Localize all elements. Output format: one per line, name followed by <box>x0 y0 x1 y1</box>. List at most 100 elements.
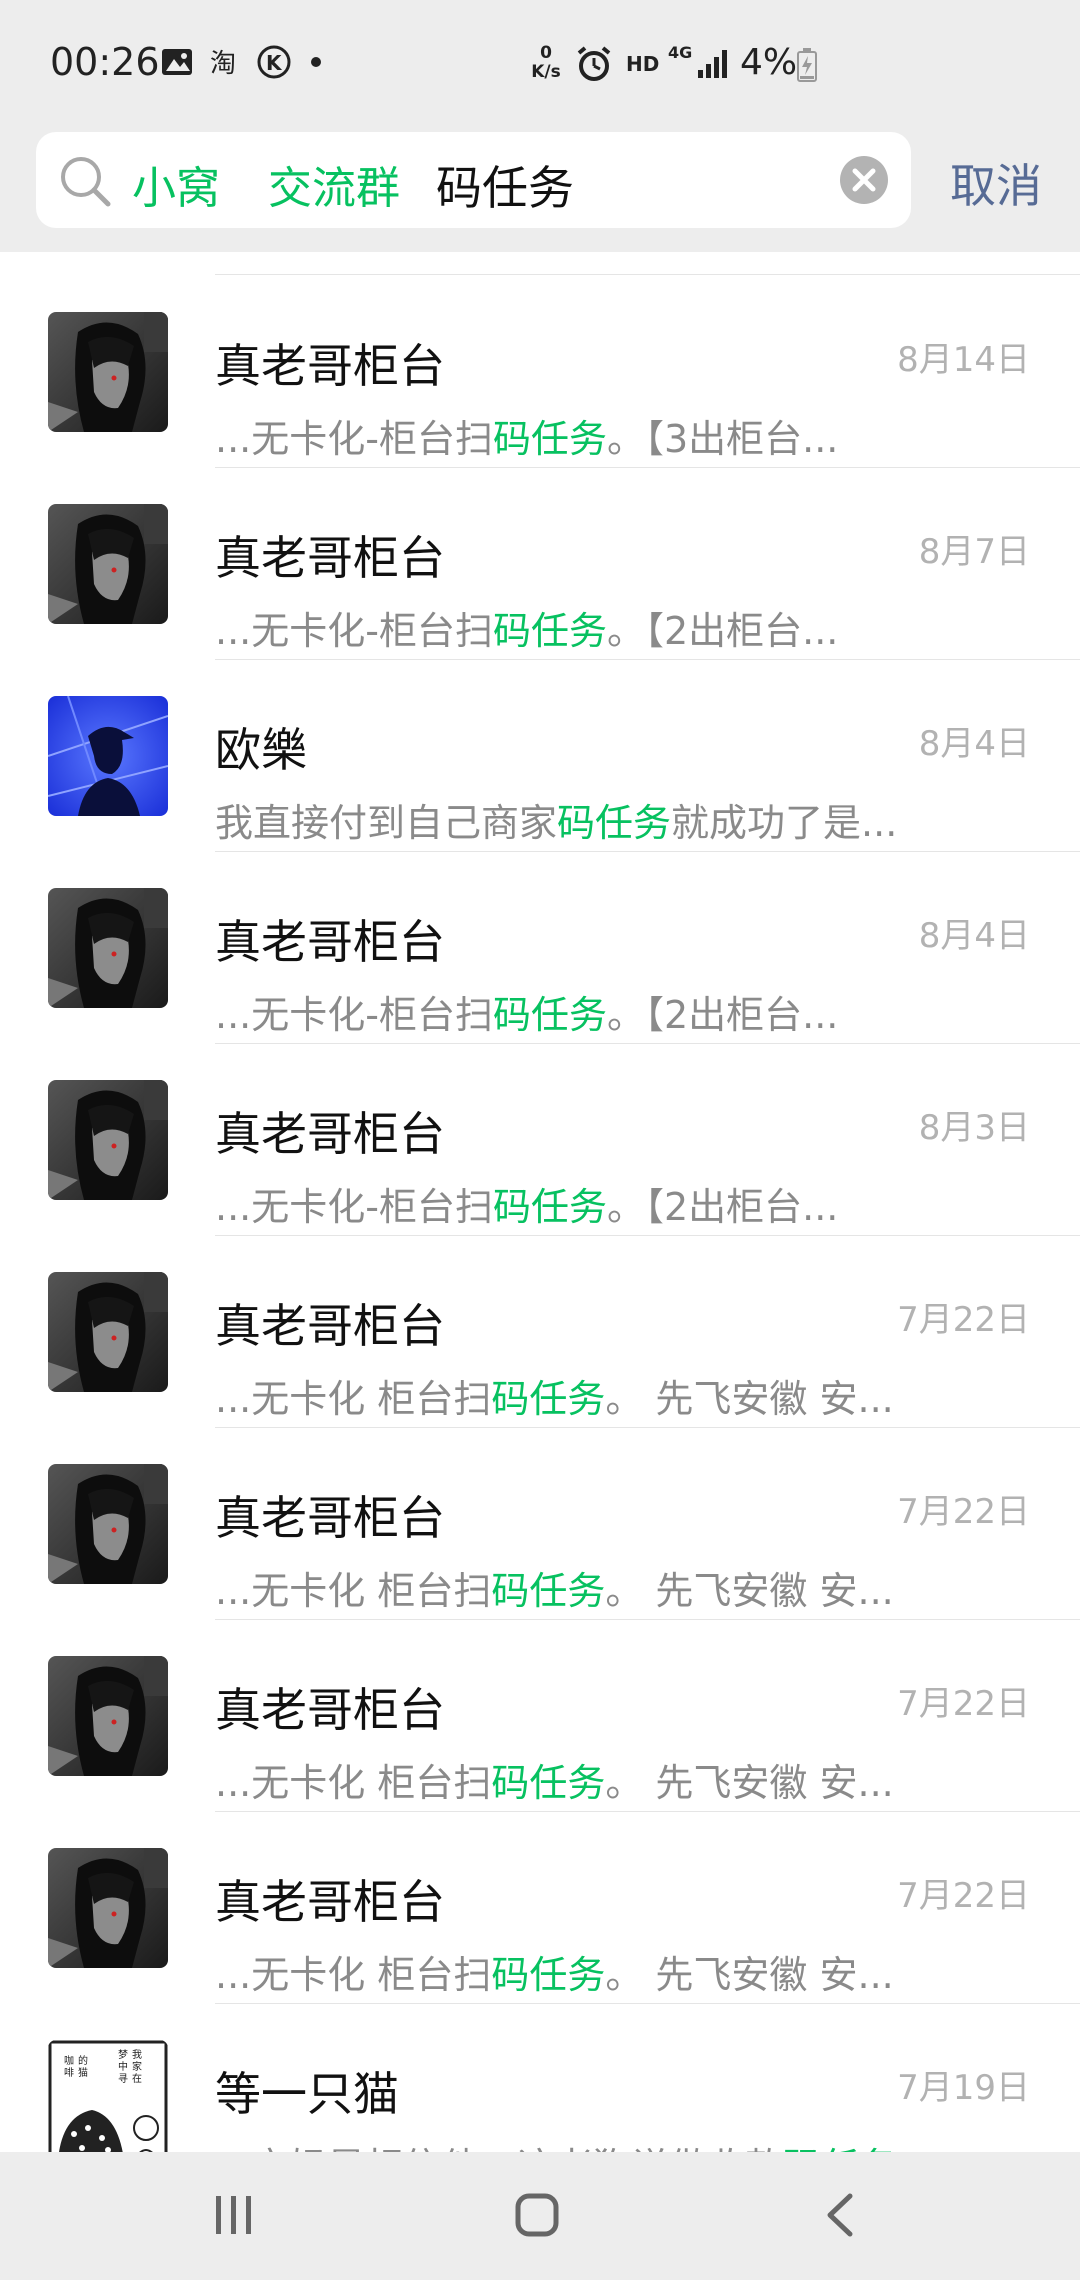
battery-percent: 4% <box>740 42 798 83</box>
svg-text:家: 家 <box>132 2060 142 2073</box>
status-time: 00:26 <box>50 40 160 84</box>
close-icon <box>852 168 876 192</box>
search-result-row[interactable]: 真老哥柜台 7月22日 ...无卡化 柜台扫码任务。 先飞安徽 安... <box>0 1428 1080 1620</box>
battery-charging-icon <box>797 48 817 82</box>
search-result-row[interactable]: 真老哥柜台 7月22日 ...无卡化 柜台扫码任务。 先飞安徽 安... <box>0 1236 1080 1428</box>
message-date: 7月22日 <box>897 1684 1030 1724</box>
snippet-highlight: 码任务 <box>491 1953 606 1997</box>
message-date: 8月14日 <box>897 340 1030 380</box>
snippet-suffix: 就成功了是... <box>671 801 898 845</box>
home-icon[interactable] <box>514 2192 560 2238</box>
navigation-bar <box>0 2152 1080 2280</box>
snippet-suffix: 。【2出柜台... <box>606 993 839 1037</box>
message-snippet: ...无卡化 柜台扫码任务。 先飞安徽 安... <box>215 1752 894 1807</box>
avatar <box>48 888 168 1008</box>
snippet-suffix: 。 先飞安徽 安... <box>605 1761 894 1805</box>
alarm-icon <box>577 46 611 81</box>
divider <box>215 274 1080 275</box>
message-snippet: ...无卡化 柜台扫码任务。 先飞安徽 安... <box>215 1368 894 1423</box>
message-snippet: ...无卡化-柜台扫码任务。【2出柜台... <box>215 600 838 655</box>
message-date: 8月4日 <box>918 724 1030 764</box>
status-left-icons: 淘 K <box>160 44 326 80</box>
snippet-highlight: 码任务 <box>491 1377 606 1421</box>
recent-apps-icon[interactable] <box>212 2192 256 2238</box>
avatar <box>48 312 168 432</box>
search-result-row[interactable]: 我家在梦中寻 咖啡的猫 等一只猫 7月19日 ...宝妈是相信他，这老狗说做收款码任务 <box>0 2004 1080 2152</box>
message-date: 7月19日 <box>897 2068 1030 2108</box>
chat-name: 真老哥柜台 <box>215 1875 445 1929</box>
search-result-row[interactable]: 真老哥柜台 8月14日 ...无卡化-柜台扫码任务。【3出柜台... <box>0 276 1080 468</box>
search-results-list[interactable]: 真老哥柜台 8月14日 ...无卡化-柜台扫码任务。【3出柜台... 真老哥柜台 8月7… <box>0 252 1080 2152</box>
search-icon <box>61 157 111 207</box>
chat-name: 真老哥柜台 <box>215 915 445 969</box>
avatar <box>48 1464 168 1584</box>
avatar: 我家在梦中寻 咖啡的猫 <box>48 2040 168 2152</box>
status-bar: 00:26 淘 K 0 K/s HD 4G 4% <box>0 0 1080 130</box>
search-bar[interactable]: 小窝 交流群 码任务 <box>36 132 911 228</box>
snippet-highlight: 码任务 <box>491 1761 606 1805</box>
search-result-row[interactable]: 真老哥柜台 8月3日 ...无卡化-柜台扫码任务。【2出柜台... <box>0 1044 1080 1236</box>
cancel-button[interactable]: 取消 <box>950 150 1042 216</box>
svg-text:淘: 淘 <box>210 49 236 78</box>
message-snippet: ...无卡化-柜台扫码任务。【2出柜台... <box>215 1176 838 1231</box>
search-result-row[interactable]: 真老哥柜台 7月22日 ...无卡化 柜台扫码任务。 先飞安徽 安... <box>0 1620 1080 1812</box>
avatar <box>48 1272 168 1392</box>
snippet-suffix: 。 先飞安徽 安... <box>605 1569 894 1613</box>
snippet-highlight: 码任务 <box>491 1569 606 1613</box>
message-snippet: ...无卡化-柜台扫码任务。【3出柜台... <box>215 408 838 463</box>
back-icon[interactable] <box>820 2192 860 2238</box>
svg-text:啡: 啡 <box>64 2067 74 2079</box>
snippet-suffix: 。【2出柜台... <box>606 1185 839 1229</box>
snippet-suffix: 。 先飞安徽 安... <box>605 1377 894 1421</box>
snippet-highlight: 码任务 <box>557 801 672 845</box>
search-chip-group[interactable]: 交流群 <box>268 152 400 216</box>
svg-text:中: 中 <box>118 2060 128 2073</box>
taobao-icon: 淘 <box>210 49 236 78</box>
clear-search-button[interactable] <box>840 156 888 204</box>
snippet-prefix: ...无卡化-柜台扫 <box>215 1185 493 1229</box>
k-icon: K <box>257 45 291 79</box>
svg-text:的: 的 <box>78 2054 88 2067</box>
search-result-row[interactable]: 真老哥柜台 7月22日 ...无卡化 柜台扫码任务。 先飞安徽 安... <box>0 1812 1080 2004</box>
hd-indicator: HD <box>626 52 660 76</box>
message-date: 8月7日 <box>918 532 1030 572</box>
chat-name: 等一只猫 <box>215 2067 399 2121</box>
snippet-prefix: ...无卡化 柜台扫 <box>215 1761 492 1805</box>
dot-icon <box>311 57 321 67</box>
message-snippet: ...无卡化 柜台扫码任务。 先飞安徽 安... <box>215 1944 894 1999</box>
chat-name: 真老哥柜台 <box>215 1491 445 1545</box>
svg-text:猫: 猫 <box>78 2066 88 2079</box>
net-speed-unit: K/s <box>531 62 561 82</box>
search-result-row[interactable]: 欧樂 8月4日 我直接付到自己商家码任务就成功了是... <box>0 660 1080 852</box>
message-date: 7月22日 <box>897 1876 1030 1916</box>
snippet-prefix: ...无卡化 柜台扫 <box>215 1377 492 1421</box>
svg-text:咖: 咖 <box>64 2055 74 2067</box>
snippet-highlight: 码任务 <box>492 1185 607 1229</box>
message-snippet: ...宝妈是相信他，这老狗说做收款码任务 <box>215 2136 897 2152</box>
snippet-prefix: ...无卡化 柜台扫 <box>215 1953 492 1997</box>
search-result-row[interactable]: 真老哥柜台 8月7日 ...无卡化-柜台扫码任务。【2出柜台... <box>0 468 1080 660</box>
svg-text:寻: 寻 <box>118 2073 128 2085</box>
avatar <box>48 1080 168 1200</box>
snippet-prefix: ...无卡化-柜台扫 <box>215 417 493 461</box>
snippet-highlight: 码任务 <box>783 2145 897 2152</box>
chat-name: 真老哥柜台 <box>215 1683 445 1737</box>
message-snippet: 我直接付到自己商家码任务就成功了是... <box>215 792 897 847</box>
chat-name: 真老哥柜台 <box>215 339 445 393</box>
network-type: 4G <box>668 43 693 62</box>
chat-name: 真老哥柜台 <box>215 531 445 585</box>
svg-text:在: 在 <box>132 2073 142 2085</box>
message-date: 7月22日 <box>897 1492 1030 1532</box>
snippet-highlight: 码任务 <box>492 417 607 461</box>
search-result-row[interactable]: 真老哥柜台 8月4日 ...无卡化-柜台扫码任务。【2出柜台... <box>0 852 1080 1044</box>
svg-text:我: 我 <box>132 2049 142 2061</box>
avatar <box>48 504 168 624</box>
snippet-highlight: 码任务 <box>492 993 607 1037</box>
svg-text:K: K <box>266 51 283 75</box>
snippet-prefix: ...无卡化 柜台扫 <box>215 1569 492 1613</box>
image-icon <box>162 49 192 75</box>
search-chip-xiaowo[interactable]: 小窝 <box>132 152 220 216</box>
search-input[interactable]: 码任务 <box>436 152 574 218</box>
snippet-suffix: 。【2出柜台... <box>606 609 839 653</box>
snippet-prefix: 我直接付到自己商家 <box>215 801 558 845</box>
